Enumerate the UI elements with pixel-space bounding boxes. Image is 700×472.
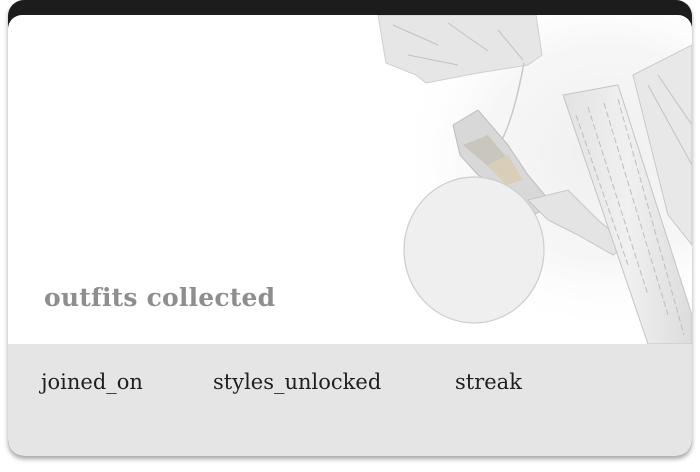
page-title: outfits collected [44,283,276,312]
stats-bar: joined_on styles_unlocked streak [8,344,692,456]
disc-shape [403,176,545,324]
stat-label-joined-on: joined_on [41,370,143,394]
profile-card: outfits collected joined_on styles_unloc… [8,0,692,456]
hero-banner: outfits collected [8,15,692,344]
stat-label-styles-unlocked: styles_unlocked [213,370,382,394]
stat-label-streak: streak [455,370,522,394]
